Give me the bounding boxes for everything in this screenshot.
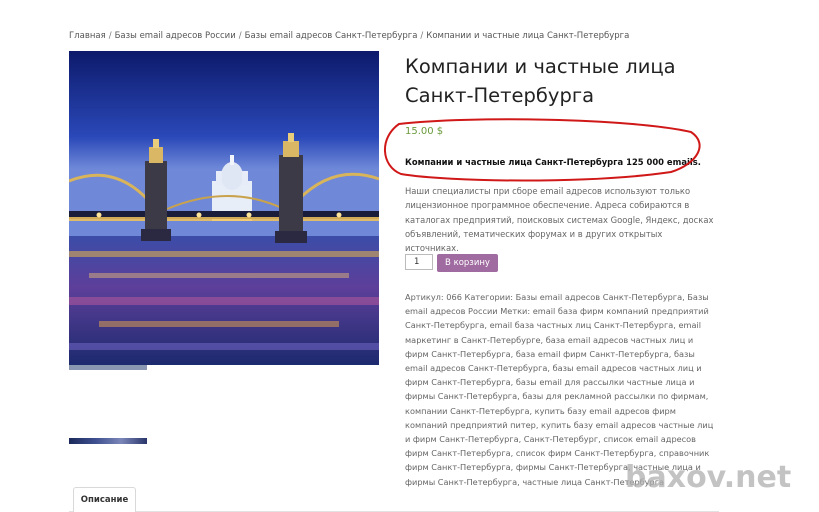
- breadcrumb-home[interactable]: Главная: [69, 31, 106, 41]
- image-caption-strip: [69, 365, 147, 370]
- product-intro: Наши специалисты при сборе email адресов…: [405, 186, 714, 254]
- breadcrumb-separator: /: [238, 31, 242, 41]
- bridge-night-photo: [69, 51, 379, 365]
- watermark: baxov.net: [625, 460, 792, 495]
- breadcrumb-separator: /: [420, 31, 424, 41]
- quantity-input[interactable]: [405, 254, 433, 270]
- breadcrumb-russia[interactable]: Базы email адресов России: [115, 31, 236, 41]
- tab-description[interactable]: Описание: [73, 487, 136, 512]
- product-thumbnail[interactable]: [69, 438, 147, 444]
- product-price: 15.00 $: [405, 126, 444, 137]
- breadcrumb-current: Компании и частные лица Санкт-Петербурга: [426, 31, 630, 41]
- product-short-description: Компании и частные лица Санкт-Петербурга…: [405, 157, 701, 167]
- breadcrumb-separator: /: [108, 31, 112, 41]
- product-image[interactable]: [69, 51, 379, 365]
- product-title: Компании и частные лица Санкт-Петербурга: [405, 55, 676, 107]
- add-to-cart-button[interactable]: В корзину: [437, 254, 498, 272]
- breadcrumb-spb[interactable]: Базы email адресов Санкт-Петербурга: [245, 31, 418, 41]
- breadcrumb: Главная / Базы email адресов России / Базы e…: [69, 31, 629, 41]
